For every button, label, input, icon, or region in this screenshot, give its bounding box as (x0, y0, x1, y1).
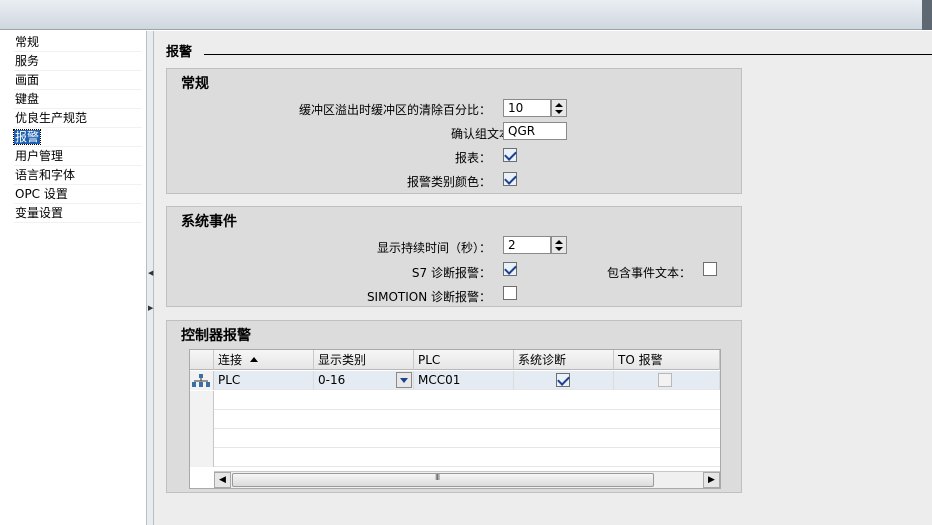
nav-item-tag-settings[interactable]: 变量设置 (14, 204, 142, 223)
buffer-clear-label: 缓冲区溢出时缓冲区的清除百分比： (298, 103, 491, 117)
page-title: 报警 (166, 41, 199, 60)
horizontal-scrollbar[interactable]: ◀ ▶ (214, 471, 720, 488)
cell-plc[interactable]: MCC01 (414, 371, 514, 390)
network-icon (192, 374, 210, 387)
settings-content: 报警 常规 缓冲区溢出时缓冲区的清除百分比： 10 确认组文本: QGR 报表：… (154, 31, 932, 525)
dropdown-arrow-icon[interactable] (396, 372, 412, 388)
nav-item-label: OPC 设置 (15, 187, 68, 201)
nav-item-label: 用户管理 (15, 149, 64, 163)
row-header (190, 410, 214, 429)
column-header-display-class[interactable]: 显示类别 (314, 350, 414, 370)
nav-item-label: 键盘 (15, 92, 40, 106)
alarm-class-color-label: 报警类别颜色： (406, 175, 491, 189)
table-row-empty (190, 391, 720, 410)
system-diag-checkbox[interactable] (556, 373, 570, 387)
group-title: 控制器报警 (181, 328, 251, 344)
report-label: 报表： (454, 151, 491, 165)
group-title: 系统事件 (181, 214, 237, 230)
nav-item-label: 语言和字体 (15, 168, 76, 182)
include-event-text-label: 包含事件文本： (606, 266, 691, 280)
settings-nav: 常规 服务 画面 键盘 优良生产规范 报警 用户管理 语言和字体 OPC 设置 … (0, 31, 146, 525)
system-events-group: 系统事件 显示持续时间（秒）： 2 S7 诊断报警： 包含事件文本： SIMOT… (166, 206, 742, 307)
nav-item-gmp[interactable]: 优良生产规范 (14, 109, 142, 128)
include-event-text-checkbox[interactable] (703, 262, 717, 276)
nav-item-screens[interactable]: 画面 (14, 71, 142, 90)
controller-alarms-group: 控制器报警 连接 显示类别 PLC 系统诊断 TO 报警 PLC 0-16 MC… (166, 320, 742, 493)
display-duration-spinner[interactable] (551, 236, 567, 254)
spin-down-icon[interactable] (555, 247, 563, 251)
table-header: 连接 显示类别 PLC 系统诊断 TO 报警 (190, 350, 720, 370)
nav-item-language-fonts[interactable]: 语言和字体 (14, 166, 142, 185)
column-header-connection[interactable]: 连接 (214, 350, 314, 370)
display-duration-label: 显示持续时间（秒）： (376, 241, 491, 255)
cell-display-class[interactable]: 0-16 (314, 371, 414, 390)
to-alarm-checkbox[interactable] (658, 373, 672, 387)
nav-item-keyboard[interactable]: 键盘 (14, 90, 142, 109)
row-header-corner (190, 350, 214, 370)
nav-item-label: 变量设置 (15, 206, 64, 220)
row-header (190, 429, 214, 448)
title-divider (204, 54, 932, 55)
nav-item-services[interactable]: 服务 (14, 52, 142, 71)
controller-alarms-table: 连接 显示类别 PLC 系统诊断 TO 报警 PLC 0-16 MCC01 ◀ … (189, 349, 721, 489)
spin-up-icon[interactable] (555, 240, 563, 244)
group-title: 常规 (181, 76, 209, 92)
panel-splitter[interactable]: ◀ ▶ (146, 31, 154, 525)
expand-right-icon[interactable]: ▶ (148, 304, 153, 312)
report-checkbox[interactable] (503, 148, 517, 162)
spin-down-icon[interactable] (555, 110, 563, 114)
row-header (190, 391, 214, 410)
column-header-plc[interactable]: PLC (414, 350, 514, 370)
buffer-clear-input[interactable]: 10 (503, 99, 551, 117)
cell-system-diag (514, 371, 614, 390)
collapse-left-icon[interactable]: ◀ (148, 269, 153, 277)
column-label: 连接 (218, 353, 243, 367)
toolbar-edge (922, 0, 932, 30)
row-header (190, 448, 214, 467)
s7-diag-label: S7 诊断报警： (411, 266, 491, 280)
nav-item-label: 服务 (15, 54, 40, 68)
general-group: 常规 缓冲区溢出时缓冲区的清除百分比： 10 确认组文本: QGR 报表： 报警… (166, 68, 742, 194)
nav-item-label: 报警 (12, 129, 42, 145)
table-row[interactable]: PLC 0-16 MCC01 (190, 371, 720, 390)
table-row-empty (190, 410, 720, 429)
table-row-empty (190, 429, 720, 448)
simotion-diag-checkbox[interactable] (503, 286, 517, 300)
nav-item-general[interactable]: 常规 (14, 33, 142, 52)
simotion-diag-label: SIMOTION 诊断报警： (366, 290, 491, 304)
column-header-to-alarm[interactable]: TO 报警 (614, 350, 720, 370)
nav-item-alarms[interactable]: 报警 (12, 128, 142, 147)
s7-diag-checkbox[interactable] (503, 262, 517, 276)
nav-item-user-admin[interactable]: 用户管理 (14, 147, 142, 166)
table-row-empty (190, 448, 720, 467)
scroll-right-icon[interactable]: ▶ (703, 472, 720, 488)
display-class-value: 0-16 (318, 373, 346, 387)
cell-connection[interactable]: PLC (214, 371, 314, 390)
top-toolbar (0, 0, 932, 30)
scrollbar-thumb[interactable] (232, 473, 654, 487)
display-duration-input[interactable]: 2 (503, 236, 551, 254)
nav-item-opc[interactable]: OPC 设置 (14, 185, 142, 204)
row-header[interactable] (190, 371, 214, 390)
column-header-system-diag[interactable]: 系统诊断 (514, 350, 614, 370)
sort-ascending-icon (250, 357, 259, 362)
nav-item-label: 常规 (15, 35, 40, 49)
scroll-left-icon[interactable]: ◀ (214, 472, 231, 488)
spin-up-icon[interactable] (555, 103, 563, 107)
buffer-clear-spinner[interactable] (551, 99, 567, 117)
nav-item-label: 画面 (15, 73, 40, 87)
ack-group-input[interactable]: QGR (503, 122, 567, 140)
cell-to-alarm (614, 371, 720, 390)
alarm-class-color-checkbox[interactable] (503, 172, 517, 186)
nav-item-label: 优良生产规范 (15, 111, 88, 125)
